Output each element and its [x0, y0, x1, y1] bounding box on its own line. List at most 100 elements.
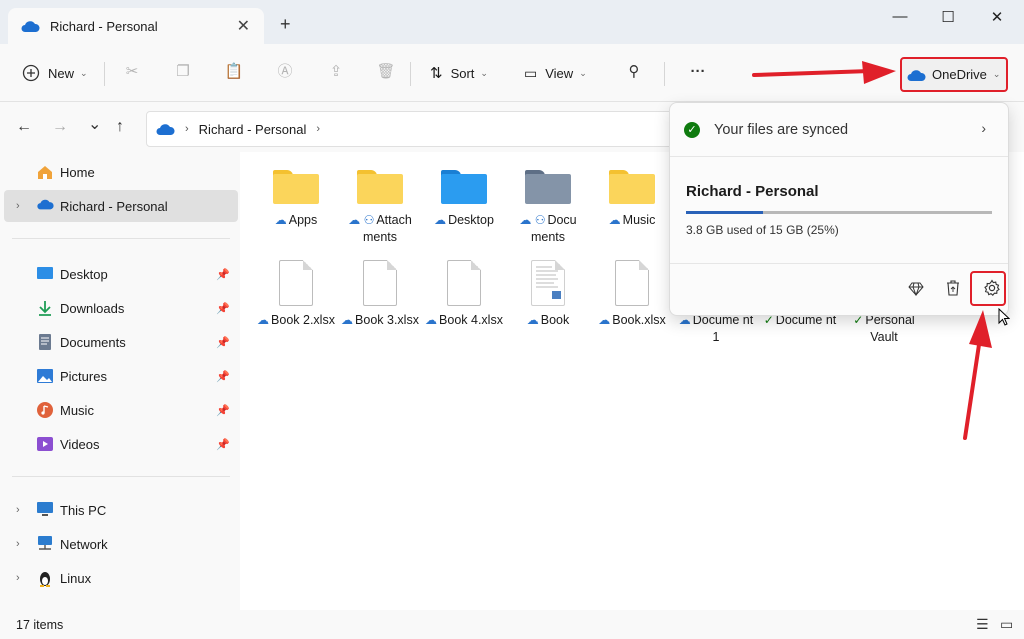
sidebar-item-label: Linux: [60, 570, 92, 586]
delete-icon[interactable]: 🗑: [374, 60, 398, 84]
toolbar-divider: [664, 62, 665, 86]
address-bar[interactable]: › Richard - Personal ›: [146, 111, 686, 147]
file-item-book-xlsx[interactable]: ☁ Book.xlsx: [590, 252, 674, 329]
videos-icon: [36, 435, 54, 453]
desktop-folder-icon: [441, 170, 487, 204]
sync-status-row[interactable]: ✓ Your files are synced ›: [670, 103, 1008, 157]
pin-icon[interactable]: 📌: [216, 404, 230, 417]
file-item-book-4[interactable]: ☁ Book 4.xlsx: [422, 252, 506, 329]
file-name: Book 2.xlsx: [271, 313, 335, 327]
chevron-down-icon: ⌄: [992, 69, 1001, 79]
breadcrumb-item[interactable]: Richard - Personal: [199, 122, 307, 137]
music-icon: [36, 401, 54, 419]
rename-icon[interactable]: Ⓐ: [273, 60, 297, 84]
recycle-bin-icon[interactable]: [940, 279, 966, 305]
breadcrumb-separator: ›: [185, 123, 189, 135]
flyout-divider: [670, 263, 1008, 264]
file-name: Book: [540, 313, 570, 327]
file-icon: [363, 260, 397, 306]
maximize-button[interactable]: ☐: [928, 8, 968, 28]
onedrive-cloud-icon: [907, 69, 926, 81]
sidebar-item-downloads[interactable]: Downloads 📌: [0, 292, 238, 324]
onedrive-button[interactable]: OneDrive ⌄: [900, 57, 1008, 92]
sidebar-item-label: Desktop: [60, 266, 108, 282]
paste-icon[interactable]: 📋: [222, 60, 246, 84]
onedrive-flyout: ✓ Your files are synced › Richard - Pers…: [669, 102, 1009, 316]
sidebar-item-desktop[interactable]: Desktop 📌: [0, 258, 238, 290]
file-item-attachments[interactable]: ☁ ⚇ Attach ments: [338, 152, 422, 246]
sidebar-item-pictures[interactable]: Pictures 📌: [0, 360, 238, 392]
pin-icon[interactable]: 📌: [216, 370, 230, 383]
chevron-down-icon: ⌄: [480, 67, 488, 78]
cloud-status-icon: ☁: [434, 213, 447, 227]
document-icon: [36, 333, 54, 351]
sidebar-item-linux[interactable]: › Linux: [0, 562, 238, 594]
new-button[interactable]: New ⌄: [22, 60, 88, 86]
file-item-book-2[interactable]: ☁ Book 2.xlsx: [254, 252, 338, 329]
file-item-book-3[interactable]: ☁ Book 3.xlsx: [338, 252, 422, 329]
sidebar-item-this-pc[interactable]: › This PC: [0, 494, 238, 526]
close-window-button[interactable]: ✕: [977, 8, 1017, 28]
cloud-shared-status-icon: ☁ ⚇: [519, 213, 546, 227]
back-arrow-icon[interactable]: ←: [16, 118, 32, 136]
folder-icon: [609, 170, 655, 204]
cloud-status-icon: ☁: [274, 213, 287, 227]
file-name: Docume nt 1: [692, 313, 754, 344]
tab-richard-personal[interactable]: Richard - Personal ✕: [8, 8, 264, 44]
sidebar-item-videos[interactable]: Videos 📌: [0, 428, 238, 460]
sidebar-divider: [12, 238, 230, 239]
sidebar-item-music[interactable]: Music 📌: [0, 394, 238, 426]
premium-diamond-icon[interactable]: [903, 279, 929, 305]
tab-close-icon[interactable]: ✕: [237, 16, 250, 36]
onedrive-cloud-icon: [21, 21, 40, 32]
minimize-button[interactable]: —: [880, 8, 920, 28]
file-item-book[interactable]: ☁ Book: [506, 252, 590, 329]
sidebar-item-label: Home: [60, 164, 95, 180]
file-item-apps[interactable]: ☁ Apps: [254, 152, 338, 229]
sidebar-item-label: Music: [60, 402, 94, 418]
expand-chevron-icon[interactable]: ›: [16, 572, 20, 584]
sidebar-item-documents[interactable]: Documents 📌: [0, 326, 238, 358]
checkmark-circle-icon: ✓: [684, 121, 700, 138]
toolbar-divider: [104, 62, 105, 86]
pin-icon[interactable]: 📌: [216, 336, 230, 349]
sidebar-item-richard-personal[interactable]: › Richard - Personal: [4, 190, 238, 222]
cloud-status-icon: ☁: [257, 313, 270, 327]
sidebar-item-label: Pictures: [60, 368, 107, 384]
sidebar-item-network[interactable]: › Network: [0, 528, 238, 560]
expand-chevron-icon[interactable]: ›: [16, 538, 20, 550]
file-item-music[interactable]: ☁ Music: [590, 152, 674, 229]
sidebar-item-label: Documents: [60, 334, 126, 350]
sidebar-item-label: This PC: [60, 502, 107, 518]
chevron-down-icon: ⌄: [80, 67, 88, 78]
pictures-icon: [36, 367, 54, 385]
cut-icon[interactable]: ✂: [120, 60, 144, 84]
forward-arrow-icon[interactable]: →: [52, 118, 68, 136]
pin-icon[interactable]: 📌: [216, 268, 230, 281]
pin-icon[interactable]: 📌: [216, 438, 230, 451]
file-item-desktop[interactable]: ☁ Desktop: [422, 152, 506, 229]
share-icon[interactable]: ⇪: [324, 60, 348, 84]
sort-button[interactable]: ⇅ Sort ⌄: [430, 60, 488, 86]
up-arrow-icon[interactable]: ↑: [116, 118, 124, 136]
navigation-pane: Home › Richard - Personal Desktop 📌 Down…: [0, 152, 240, 610]
linux-icon: [36, 569, 54, 587]
file-name: Desktop: [448, 213, 494, 227]
more-options-icon[interactable]: ···: [686, 60, 710, 84]
new-tab-button[interactable]: +: [280, 14, 291, 35]
storage-usage-bar: [686, 211, 992, 214]
recent-locations-icon[interactable]: ⌄: [88, 114, 101, 134]
filter-icon[interactable]: ⚲: [622, 60, 646, 84]
details-view-icon[interactable]: ☰: [976, 616, 989, 633]
sidebar-item-home[interactable]: Home: [0, 156, 238, 188]
file-name: Book 3.xlsx: [355, 313, 419, 327]
expand-chevron-icon[interactable]: ›: [16, 200, 20, 212]
chevron-down-icon: ⌄: [579, 67, 587, 78]
pin-icon[interactable]: 📌: [216, 302, 230, 315]
large-icons-view-icon[interactable]: ▭: [1000, 616, 1013, 633]
file-item-documents[interactable]: ☁ ⚇ Docu ments: [506, 152, 590, 246]
view-button[interactable]: ▭ View ⌄: [524, 60, 587, 86]
expand-chevron-icon[interactable]: ›: [16, 504, 20, 516]
document-preview-icon: [531, 260, 565, 306]
copy-icon[interactable]: ❐: [171, 60, 195, 84]
